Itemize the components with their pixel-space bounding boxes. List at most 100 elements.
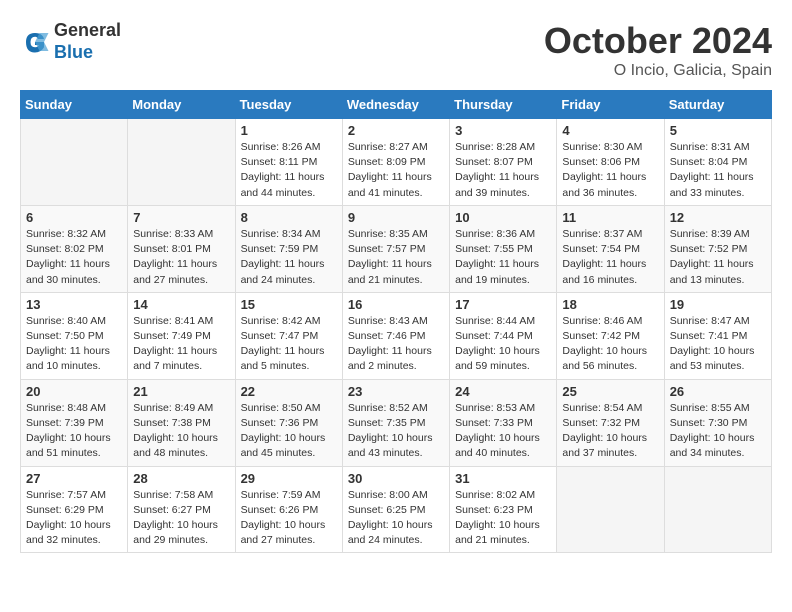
weekday-header-wednesday: Wednesday (342, 91, 449, 119)
calendar-cell: 9 Sunrise: 8:35 AMSunset: 7:57 PMDaylight… (342, 205, 449, 292)
day-info: Sunrise: 8:46 AMSunset: 7:42 PMDaylight:… (562, 314, 658, 375)
day-number: 7 (133, 210, 229, 225)
calendar-cell: 27 Sunrise: 7:57 AMSunset: 6:29 PMDayligh… (21, 466, 128, 553)
calendar-cell (557, 466, 664, 553)
calendar-cell: 19 Sunrise: 8:47 AMSunset: 7:41 PMDayligh… (664, 292, 771, 379)
day-info: Sunrise: 8:36 AMSunset: 7:55 PMDaylight:… (455, 227, 551, 288)
day-number: 30 (348, 471, 444, 486)
day-number: 14 (133, 297, 229, 312)
calendar-cell: 13 Sunrise: 8:40 AMSunset: 7:50 PMDayligh… (21, 292, 128, 379)
day-number: 12 (670, 210, 766, 225)
calendar-cell: 26 Sunrise: 8:55 AMSunset: 7:30 PMDayligh… (664, 379, 771, 466)
day-number: 20 (26, 384, 122, 399)
calendar-cell: 14 Sunrise: 8:41 AMSunset: 7:49 PMDayligh… (128, 292, 235, 379)
day-number: 9 (348, 210, 444, 225)
calendar-cell: 28 Sunrise: 7:58 AMSunset: 6:27 PMDayligh… (128, 466, 235, 553)
day-info: Sunrise: 8:55 AMSunset: 7:30 PMDaylight:… (670, 401, 766, 462)
logo-text: General Blue (54, 20, 121, 63)
day-info: Sunrise: 8:35 AMSunset: 7:57 PMDaylight:… (348, 227, 444, 288)
day-number: 25 (562, 384, 658, 399)
calendar-cell: 7Sunrise: 8:33 AMSunset: 8:01 PMDaylight… (128, 205, 235, 292)
day-info: Sunrise: 8:54 AMSunset: 7:32 PMDaylight:… (562, 401, 658, 462)
day-number: 17 (455, 297, 551, 312)
day-number: 4 (562, 123, 658, 138)
calendar-cell: 30 Sunrise: 8:00 AMSunset: 6:25 PMDayligh… (342, 466, 449, 553)
calendar-cell: 4 Sunrise: 8:30 AMSunset: 8:06 PMDaylight… (557, 119, 664, 206)
day-info: Sunrise: 8:26 AMSunset: 8:11 PMDaylight:… (241, 140, 337, 201)
calendar-cell: 5 Sunrise: 8:31 AMSunset: 8:04 PMDaylight… (664, 119, 771, 206)
day-number: 8 (241, 210, 337, 225)
day-number: 2 (348, 123, 444, 138)
calendar-cell: 24 Sunrise: 8:53 AMSunset: 7:33 PMDayligh… (450, 379, 557, 466)
day-info: Sunrise: 7:58 AMSunset: 6:27 PMDaylight:… (133, 488, 229, 549)
weekday-header-row: SundayMondayTuesdayWednesdayThursdayFrid… (21, 91, 772, 119)
month-title: October 2024 (544, 20, 772, 62)
calendar-cell: 29 Sunrise: 7:59 AMSunset: 6:26 PMDayligh… (235, 466, 342, 553)
day-info: Sunrise: 7:57 AMSunset: 6:29 PMDaylight:… (26, 488, 122, 549)
calendar-cell: 25 Sunrise: 8:54 AMSunset: 7:32 PMDayligh… (557, 379, 664, 466)
day-number: 27 (26, 471, 122, 486)
day-number: 15 (241, 297, 337, 312)
day-number: 24 (455, 384, 551, 399)
calendar-cell: 23 Sunrise: 8:52 AMSunset: 7:35 PMDayligh… (342, 379, 449, 466)
calendar-cell: 18 Sunrise: 8:46 AMSunset: 7:42 PMDayligh… (557, 292, 664, 379)
calendar-cell: 22Sunrise: 8:50 AMSunset: 7:36 PMDayligh… (235, 379, 342, 466)
week-row-5: 27 Sunrise: 7:57 AMSunset: 6:29 PMDayligh… (21, 466, 772, 553)
calendar-cell (128, 119, 235, 206)
day-number: 11 (562, 210, 658, 225)
day-info: Sunrise: 8:42 AMSunset: 7:47 PMDaylight:… (241, 314, 337, 375)
day-number: 28 (133, 471, 229, 486)
day-info: Sunrise: 8:31 AMSunset: 8:04 PMDaylight:… (670, 140, 766, 201)
calendar-cell: 2Sunrise: 8:27 AMSunset: 8:09 PMDaylight… (342, 119, 449, 206)
calendar-cell: 11Sunrise: 8:37 AMSunset: 7:54 PMDayligh… (557, 205, 664, 292)
day-info: Sunrise: 8:50 AMSunset: 7:36 PMDaylight:… (241, 401, 337, 462)
calendar-cell (664, 466, 771, 553)
calendar-cell: 3Sunrise: 8:28 AMSunset: 8:07 PMDaylight… (450, 119, 557, 206)
calendar-cell: 17 Sunrise: 8:44 AMSunset: 7:44 PMDayligh… (450, 292, 557, 379)
weekday-header-friday: Friday (557, 91, 664, 119)
day-info: Sunrise: 8:40 AMSunset: 7:50 PMDaylight:… (26, 314, 122, 375)
calendar-cell: 15 Sunrise: 8:42 AMSunset: 7:47 PMDayligh… (235, 292, 342, 379)
day-info: Sunrise: 8:44 AMSunset: 7:44 PMDaylight:… (455, 314, 551, 375)
calendar-cell (21, 119, 128, 206)
calendar-body: 1Sunrise: 8:26 AMSunset: 8:11 PMDaylight… (21, 119, 772, 553)
weekday-header-monday: Monday (128, 91, 235, 119)
day-number: 21 (133, 384, 229, 399)
day-number: 23 (348, 384, 444, 399)
day-number: 19 (670, 297, 766, 312)
day-number: 26 (670, 384, 766, 399)
day-number: 18 (562, 297, 658, 312)
weekday-header-sunday: Sunday (21, 91, 128, 119)
day-number: 13 (26, 297, 122, 312)
week-row-2: 6Sunrise: 8:32 AMSunset: 8:02 PMDaylight… (21, 205, 772, 292)
calendar-table: SundayMondayTuesdayWednesdayThursdayFrid… (20, 90, 772, 553)
day-number: 29 (241, 471, 337, 486)
location: O Incio, Galicia, Spain (544, 62, 772, 80)
day-number: 31 (455, 471, 551, 486)
day-info: Sunrise: 7:59 AMSunset: 6:26 PMDaylight:… (241, 488, 337, 549)
day-info: Sunrise: 8:47 AMSunset: 7:41 PMDaylight:… (670, 314, 766, 375)
day-info: Sunrise: 8:52 AMSunset: 7:35 PMDaylight:… (348, 401, 444, 462)
calendar-cell: 6Sunrise: 8:32 AMSunset: 8:02 PMDaylight… (21, 205, 128, 292)
weekday-header-thursday: Thursday (450, 91, 557, 119)
day-info: Sunrise: 8:00 AMSunset: 6:25 PMDaylight:… (348, 488, 444, 549)
day-info: Sunrise: 8:34 AMSunset: 7:59 PMDaylight:… (241, 227, 337, 288)
day-info: Sunrise: 8:41 AMSunset: 7:49 PMDaylight:… (133, 314, 229, 375)
day-info: Sunrise: 8:53 AMSunset: 7:33 PMDaylight:… (455, 401, 551, 462)
day-number: 6 (26, 210, 122, 225)
week-row-4: 20Sunrise: 8:48 AMSunset: 7:39 PMDayligh… (21, 379, 772, 466)
day-number: 5 (670, 123, 766, 138)
day-info: Sunrise: 8:30 AMSunset: 8:06 PMDaylight:… (562, 140, 658, 201)
day-info: Sunrise: 8:49 AMSunset: 7:38 PMDaylight:… (133, 401, 229, 462)
day-number: 16 (348, 297, 444, 312)
week-row-3: 13 Sunrise: 8:40 AMSunset: 7:50 PMDayligh… (21, 292, 772, 379)
day-number: 10 (455, 210, 551, 225)
calendar-cell: 12Sunrise: 8:39 AMSunset: 7:52 PMDayligh… (664, 205, 771, 292)
day-number: 3 (455, 123, 551, 138)
weekday-header-saturday: Saturday (664, 91, 771, 119)
calendar-cell: 31Sunrise: 8:02 AMSunset: 6:23 PMDayligh… (450, 466, 557, 553)
title-block: October 2024 O Incio, Galicia, Spain (544, 20, 772, 80)
calendar-cell: 16Sunrise: 8:43 AMSunset: 7:46 PMDayligh… (342, 292, 449, 379)
week-row-1: 1Sunrise: 8:26 AMSunset: 8:11 PMDaylight… (21, 119, 772, 206)
logo-icon (20, 27, 50, 57)
